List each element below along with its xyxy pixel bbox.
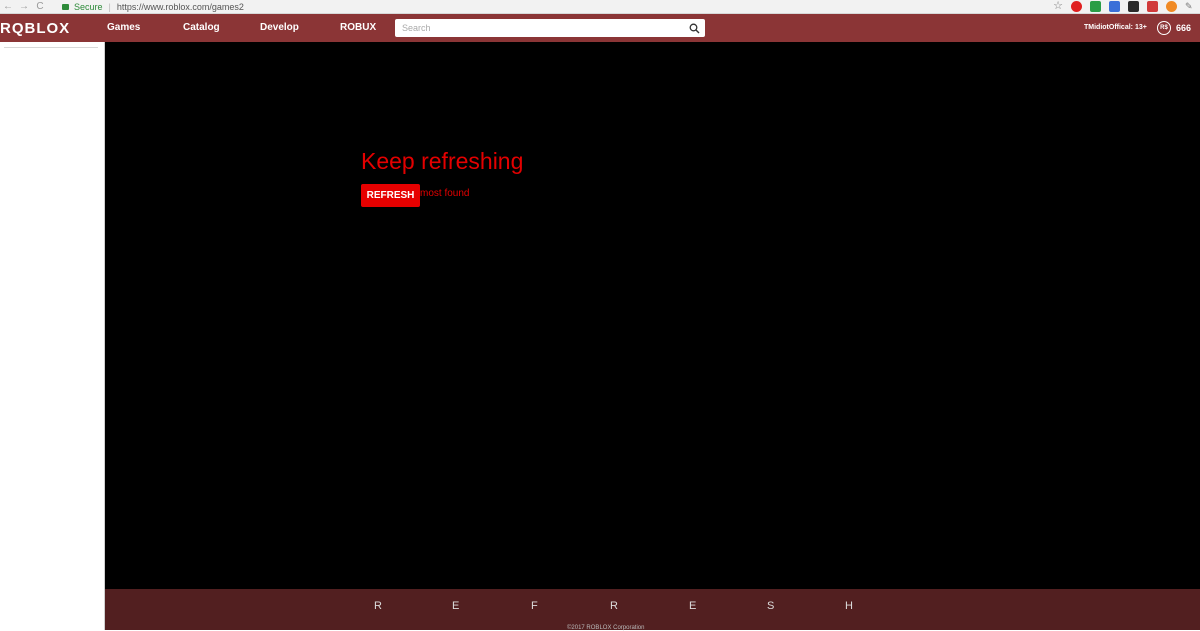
footer-letter: E — [689, 600, 697, 612]
search-icon[interactable] — [686, 20, 702, 36]
footer-letter: E — [452, 600, 460, 612]
robux-balance[interactable]: 666 — [1176, 23, 1191, 33]
extension-icon[interactable] — [1128, 1, 1139, 12]
extension-tray: ☆ ✎ — [1053, 1, 1196, 12]
copyright-text: ©2017 ROBLOX Corporation — [567, 625, 645, 631]
site-header: RQBLOX Games Catalog Develop ROBUX TMidi… — [0, 14, 1200, 42]
lock-icon — [62, 3, 69, 10]
star-icon[interactable]: ☆ — [1053, 1, 1063, 12]
footer-letters: R E F R E S H — [105, 600, 1200, 614]
url-separator: | — [108, 1, 111, 12]
nav-catalog[interactable]: Catalog — [183, 22, 220, 33]
footer-letter: S — [767, 600, 775, 612]
browser-toolbar: ← → C Secure | https://www.roblox.com/ga… — [0, 0, 1200, 14]
forward-button[interactable]: → — [16, 1, 32, 12]
refresh-button[interactable]: REFRESH — [361, 184, 420, 207]
back-button[interactable]: ← — [0, 1, 16, 12]
footer-letter: H — [845, 600, 853, 612]
main-content: Keep refreshing REFRESH most found — [105, 42, 1200, 589]
nav-games[interactable]: Games — [107, 22, 140, 33]
username-label[interactable]: TMidiotOffical: 13+ — [1084, 24, 1147, 31]
footer-letter: R — [374, 600, 382, 612]
page-title: Keep refreshing — [361, 148, 524, 174]
extension-icon[interactable] — [1166, 1, 1177, 12]
extension-icon[interactable] — [1109, 1, 1120, 12]
not-found-text: most found — [420, 188, 470, 199]
extension-icon[interactable] — [1090, 1, 1101, 12]
footer-letter: F — [531, 600, 538, 612]
left-sidebar — [0, 42, 105, 630]
site-footer: R E F R E S H ©2017 ROBLOX Corporation — [105, 589, 1200, 631]
search-box — [395, 19, 705, 37]
sidebar-divider — [4, 47, 98, 48]
edit-icon[interactable]: ✎ — [1185, 1, 1196, 12]
nav-develop[interactable]: Develop — [260, 22, 299, 33]
footer-letter: R — [610, 600, 618, 612]
address-bar[interactable]: https://www.roblox.com/games2 — [117, 2, 244, 12]
robux-icon[interactable]: R$ — [1157, 21, 1171, 35]
reload-button[interactable]: C — [32, 1, 48, 12]
roblox-logo[interactable]: RQBLOX — [0, 20, 96, 37]
extension-icon[interactable] — [1071, 1, 1082, 12]
extension-icon[interactable] — [1147, 1, 1158, 12]
nav-robux[interactable]: ROBUX — [340, 22, 376, 33]
secure-label: Secure — [74, 1, 103, 12]
search-input[interactable] — [395, 20, 686, 36]
